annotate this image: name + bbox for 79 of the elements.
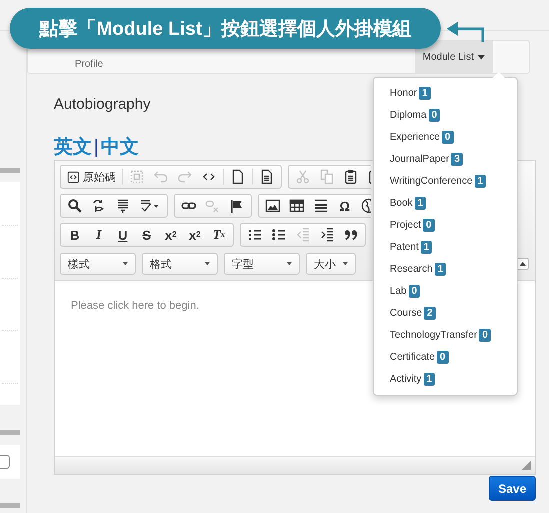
search-icon <box>67 198 83 214</box>
menu-item[interactable]: TechnologyTransfer <box>390 330 478 340</box>
bullet-list-icon <box>271 227 287 243</box>
format-button[interactable]: S <box>135 224 159 246</box>
triangle-icon <box>520 262 526 266</box>
checkbox[interactable] <box>0 455 10 469</box>
redo-icon <box>177 169 193 185</box>
undo-icon <box>153 169 169 185</box>
menu-item[interactable]: Experience <box>390 132 440 142</box>
caret-icon <box>343 262 348 266</box>
menu-item[interactable]: Book <box>390 198 413 208</box>
dotted-frame-icon <box>129 169 145 185</box>
link-separator: | <box>94 137 99 159</box>
document-icon <box>259 169 275 185</box>
language-link[interactable]: 中文 <box>100 137 139 159</box>
menu-item[interactable]: Research <box>390 264 433 274</box>
caret-icon <box>123 262 128 266</box>
flag-icon <box>229 198 245 214</box>
source-icon <box>67 170 80 184</box>
caret-icon <box>478 54 485 60</box>
format-button[interactable]: I <box>87 224 111 246</box>
count-badge: 1 <box>419 86 431 100</box>
outdent-icon <box>295 227 311 243</box>
header-bar <box>0 430 20 435</box>
count-badge: 3 <box>451 152 464 166</box>
spellcheck-icon <box>139 198 161 214</box>
menu-item[interactable]: Activity <box>390 374 422 384</box>
profile-link[interactable]: Profile <box>75 58 104 70</box>
menu-item[interactable]: Patent <box>390 242 419 252</box>
menu-item[interactable]: JournalPaper <box>390 154 450 164</box>
image-icon <box>265 198 281 214</box>
count-badge: 0 <box>428 108 440 122</box>
count-badge: 1 <box>434 262 446 276</box>
source-button[interactable]: 原始碼 <box>63 166 120 188</box>
count-badge: 1 <box>424 372 436 386</box>
menu-item[interactable]: Project <box>390 220 422 230</box>
format-button[interactable]: x$^{2}$ <box>183 224 207 246</box>
language-link[interactable]: 英文 <box>54 137 92 159</box>
count-badge: 0 <box>423 218 435 232</box>
scissors-icon <box>295 169 311 185</box>
table-icon <box>289 198 305 214</box>
menu-item[interactable]: Lab <box>390 286 407 296</box>
menu-item[interactable]: Diploma <box>390 110 427 120</box>
clipboard-icon <box>343 169 359 185</box>
copy-icon <box>319 169 335 185</box>
count-badge: 0 <box>437 350 449 364</box>
count-badge: 0 <box>479 328 492 342</box>
count-badge: 0 <box>408 284 420 298</box>
list-icon <box>115 198 131 214</box>
header-bar <box>0 168 20 173</box>
module-list-button[interactable]: Module List <box>414 41 493 73</box>
unlink-icon <box>205 198 221 214</box>
resize-handle-icon[interactable] <box>522 461 531 470</box>
menu-item[interactable]: WritingConference <box>390 176 473 186</box>
format-button[interactable]: B <box>63 224 87 246</box>
indent-icon <box>319 227 335 243</box>
header-bar <box>0 503 20 508</box>
section-title: Autobiography <box>54 96 152 114</box>
dropdown-field[interactable]: 樣式 <box>60 253 136 275</box>
dropdown-field[interactable]: 格式 <box>142 253 218 275</box>
format-button[interactable]: Ω <box>333 195 357 217</box>
count-badge: 1 <box>474 174 486 188</box>
menu-item[interactable]: Honor <box>390 88 418 98</box>
count-badge: 2 <box>424 306 436 320</box>
format-button[interactable]: U <box>111 224 135 246</box>
count-badge: 0 <box>442 130 454 144</box>
dropdown-field[interactable]: 大小 <box>306 253 356 275</box>
numbered-list-icon <box>247 227 263 243</box>
count-badge: 1 <box>414 196 426 210</box>
save-button[interactable]: Save <box>489 476 536 501</box>
menu-item[interactable]: Certificate <box>390 352 436 362</box>
menu-item[interactable]: Course <box>390 308 422 318</box>
horizontal-rule-icon <box>313 198 329 214</box>
caret-icon <box>205 262 210 266</box>
count-badge: 1 <box>420 240 432 254</box>
caret-icon <box>287 262 292 266</box>
callout-bubble: 點擊「Module List」按鈕選擇個人外掛模組 <box>10 8 441 49</box>
dropdown-field[interactable]: 字型 <box>224 253 300 275</box>
page-icon <box>230 169 246 185</box>
